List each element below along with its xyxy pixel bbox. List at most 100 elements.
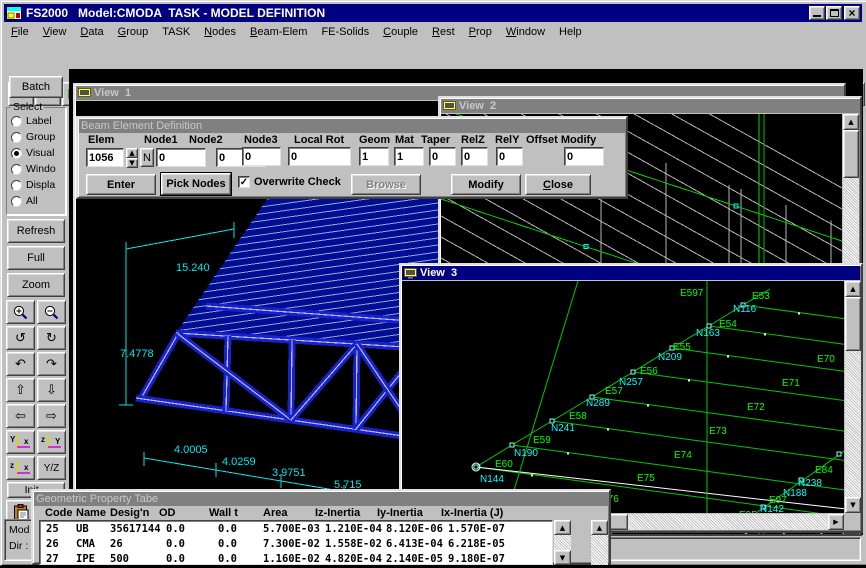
radio-label: Group	[26, 131, 55, 143]
node-label: N241	[551, 423, 575, 434]
batch-button[interactable]: Batch	[9, 76, 63, 98]
radio-option-displa[interactable]: Displa	[7, 177, 65, 193]
table-list-scrollbar[interactable]: ▲ ▼	[554, 520, 571, 565]
menu-item-prop[interactable]: Prop	[462, 25, 499, 39]
app-icon[interactable]	[6, 6, 22, 20]
zoom-in-button[interactable]	[6, 300, 35, 324]
view3-title-bar[interactable]: View 3	[402, 266, 860, 280]
menu-item-task[interactable]: TASK	[155, 25, 197, 39]
table-window-scroll-up[interactable]: ▲	[591, 520, 608, 535]
pan-up-button[interactable]: ⇧	[6, 378, 35, 402]
beam-element-dialog[interactable]: Beam Element Definition Elem Node1 Node2…	[76, 116, 628, 199]
pan-down-button[interactable]: ⇩	[37, 378, 66, 402]
view2-scroll-up[interactable]: ▲	[843, 114, 859, 130]
radio-option-visual[interactable]: Visual	[7, 145, 65, 161]
node3-field[interactable]	[242, 147, 281, 166]
modify-button[interactable]: Modify	[451, 174, 521, 195]
rely-field[interactable]	[496, 147, 523, 166]
menu-item-group[interactable]: Group	[111, 25, 156, 39]
rotate-ccw-button[interactable]: ↺	[6, 326, 35, 350]
node-label: N116	[733, 304, 757, 315]
refresh-button[interactable]: Refresh	[7, 219, 65, 243]
view3-scroll-thumb[interactable]	[845, 297, 861, 351]
radio-windo[interactable]	[11, 164, 22, 175]
element-label: E71	[782, 378, 800, 389]
mat-field[interactable]	[394, 147, 424, 166]
menu-item-couple[interactable]: Couple	[376, 25, 425, 39]
dialog-title-bar[interactable]: Beam Element Definition	[79, 119, 625, 133]
table-row[interactable]: 27IPE5000.00.01.160E-024.820E-042.140E-0…	[40, 553, 552, 565]
spin-left-button[interactable]: ↶	[6, 352, 35, 376]
relz-field[interactable]	[461, 147, 488, 166]
table-cell: 2.140E-05	[386, 553, 443, 565]
view-zx-button[interactable]: zx	[6, 456, 35, 480]
table-list-scroll-up[interactable]: ▲	[554, 520, 571, 535]
menu-item-window[interactable]: Window	[499, 25, 552, 39]
view3-scroll-down[interactable]: ▼	[845, 497, 861, 513]
radio-label: All	[26, 195, 38, 207]
browse-button[interactable]: Browse	[351, 174, 421, 195]
property-table-window[interactable]: Geometric Property Tabe CodeNameDesig'nO…	[31, 489, 611, 565]
elem-spin-down[interactable]: ▼	[126, 158, 138, 168]
radio-visual[interactable]	[11, 148, 22, 159]
zoom-button[interactable]: Zoom	[7, 273, 65, 297]
table-list[interactable]: 25UB356171440.00.05.700E-031.210E-048.12…	[39, 520, 553, 565]
menu-item-data[interactable]: Data	[73, 25, 110, 39]
pick-nodes-button[interactable]: Pick Nodes	[161, 173, 231, 195]
menu-item-fesolids[interactable]: FE-Solids	[314, 25, 376, 39]
pan-right-button[interactable]: ⇨	[37, 404, 66, 428]
menu-item-help[interactable]: Help	[552, 25, 589, 39]
table-cell: 1.210E-04	[325, 523, 382, 535]
menu-item-nodes[interactable]: Nodes	[197, 25, 243, 39]
close-label: Close	[543, 179, 573, 191]
zoom-out-button[interactable]	[37, 300, 66, 324]
minimize-button[interactable]	[809, 6, 825, 20]
radio-displa[interactable]	[11, 180, 22, 191]
n-button[interactable]: N	[140, 148, 154, 167]
view3-canvas[interactable]: E597E53N116E54N163E55N209E56N257E57N289E…	[402, 281, 844, 513]
pan-left-button[interactable]: ⇦	[6, 404, 35, 428]
close-button[interactable]: ×	[844, 6, 860, 20]
node1-field[interactable]	[156, 148, 206, 167]
maximize-button[interactable]	[826, 6, 842, 20]
menu-item-beamelem[interactable]: Beam-Elem	[243, 25, 314, 39]
offset-field[interactable]	[564, 147, 604, 166]
view3-scroll-right[interactable]: ▶	[828, 514, 844, 530]
view-yz-button[interactable]: Y/Z	[37, 456, 66, 480]
close-dialog-button[interactable]: Close	[525, 174, 591, 195]
local-rot-field[interactable]	[288, 147, 351, 166]
overwrite-check[interactable]: ✓ Overwrite Check	[238, 176, 341, 188]
taper-field[interactable]	[429, 147, 456, 166]
elem-spin-up[interactable]: ▲	[126, 148, 138, 158]
view-xy-button[interactable]: Yx	[6, 430, 35, 454]
view2-scroll-thumb[interactable]	[843, 130, 859, 178]
view3-scroll-up[interactable]: ▲	[845, 281, 861, 297]
overwrite-checkbox[interactable]: ✓	[238, 176, 250, 188]
radio-option-all[interactable]: All	[7, 193, 65, 209]
table-row[interactable]: 25UB356171440.00.05.700E-031.210E-048.12…	[40, 523, 552, 538]
table-title-bar[interactable]: Geometric Property Tabe	[34, 492, 608, 506]
radio-option-windo[interactable]: Windo	[7, 161, 65, 177]
rotate-cw-button[interactable]: ↻	[37, 326, 66, 350]
view2-title-bar[interactable]: View 2	[441, 99, 859, 113]
spin-right-button[interactable]: ↷	[37, 352, 66, 376]
radio-label[interactable]	[11, 116, 22, 127]
element-label: E58	[569, 411, 587, 422]
radio-option-label[interactable]: Label	[7, 113, 65, 129]
table-row[interactable]: 26CMA260.00.07.300E-021.558E-026.413E-04…	[40, 538, 552, 553]
geom-field[interactable]	[359, 147, 389, 166]
menu-item-file[interactable]: File	[4, 25, 36, 39]
menu-item-rest[interactable]: Rest	[425, 25, 462, 39]
menu-item-view[interactable]: View	[36, 25, 74, 39]
radio-option-group[interactable]: Group	[7, 129, 65, 145]
table-list-scroll-down[interactable]: ▼	[554, 550, 571, 565]
elem-field[interactable]	[86, 148, 124, 167]
radio-all[interactable]	[11, 196, 22, 207]
select-group: Select LabelGroupVisualWindoDisplaAll	[6, 101, 66, 215]
view-zy-button[interactable]: zY	[37, 430, 66, 454]
radio-group[interactable]	[11, 132, 22, 143]
table-window-scrollbar[interactable]: ▲	[591, 520, 608, 565]
full-button[interactable]: Full	[7, 246, 65, 270]
view3-vscrollbar[interactable]: ▲ ▼	[845, 281, 861, 513]
enter-button[interactable]: Enter	[86, 174, 156, 195]
